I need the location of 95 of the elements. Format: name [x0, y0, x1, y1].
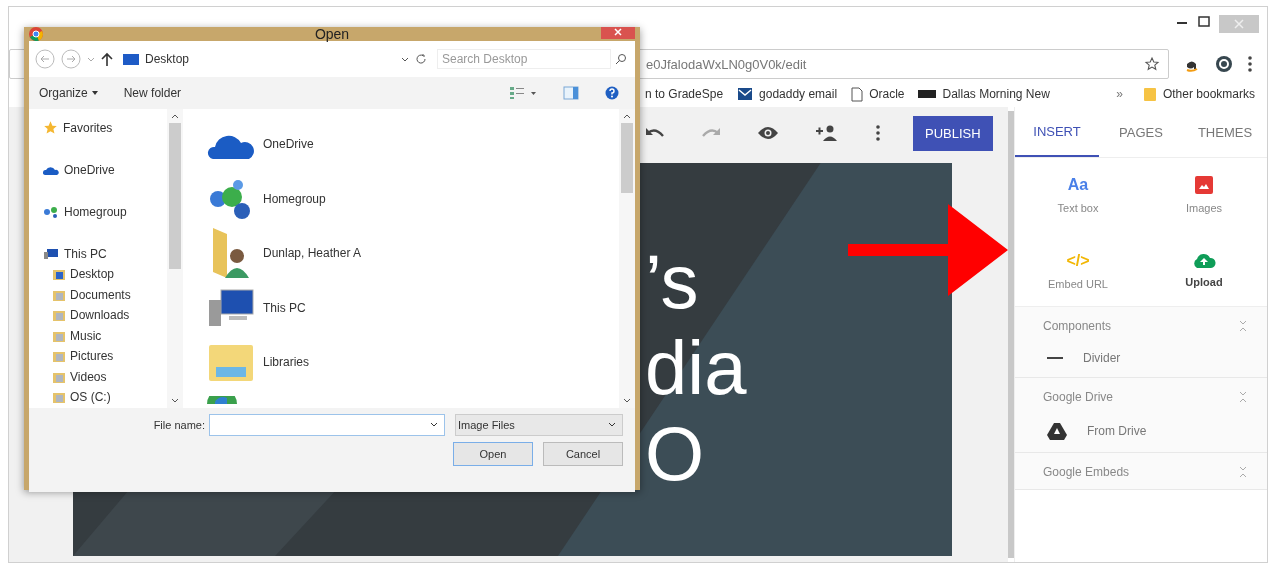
panel-tab[interactable]: INSERT — [1015, 107, 1099, 157]
page-icon — [851, 86, 864, 102]
drive-icon[interactable] — [1047, 422, 1067, 440]
nav-tree-item[interactable]: Videos — [70, 369, 107, 384]
insert-option[interactable]: Upload — [1185, 276, 1223, 288]
desktop-icon — [123, 53, 139, 65]
insert-option[interactable]: Text box — [1057, 202, 1099, 214]
dropdown-icon[interactable] — [401, 55, 409, 63]
dropdown-icon — [608, 421, 616, 428]
folder-icon — [1142, 86, 1157, 102]
component-item[interactable]: From Drive — [1087, 424, 1147, 438]
menu-icon[interactable] — [1247, 55, 1253, 73]
bookmark[interactable]: godaddy email — [737, 86, 838, 102]
more-icon[interactable] — [875, 124, 881, 142]
folder-icon — [53, 329, 65, 342]
location-path[interactable]: Desktop — [145, 52, 395, 66]
folder-icon — [53, 350, 65, 363]
star-icon[interactable] — [1144, 56, 1160, 72]
refresh-icon[interactable] — [415, 53, 427, 65]
nav-tree-item[interactable]: Pictures — [70, 349, 114, 364]
organize-menu[interactable]: Organize — [39, 86, 98, 100]
text-box-icon[interactable]: Aa — [1067, 176, 1089, 194]
scroll-down-icon[interactable] — [623, 397, 631, 404]
computer-icon — [207, 287, 255, 328]
panel-tab[interactable]: THEMES — [1183, 107, 1267, 157]
file-item[interactable]: OneDrive — [263, 137, 314, 152]
caret-icon — [91, 91, 98, 95]
file-item[interactable]: Dunlap, Heather A — [263, 246, 362, 261]
scroll-up-icon[interactable] — [623, 113, 631, 119]
file-type-dropdown[interactable]: Image Files — [455, 413, 623, 436]
scrollbar-thumb[interactable] — [621, 123, 633, 193]
nav-tree-item[interactable]: Desktop — [70, 267, 115, 282]
section-title[interactable]: Google Drive — [1043, 390, 1114, 404]
nav-tree-item[interactable]: This PC — [64, 246, 107, 261]
component-item[interactable]: Divider — [1083, 351, 1121, 365]
file-name-field[interactable] — [209, 413, 445, 436]
nav-tree-item[interactable]: Homegroup — [64, 204, 127, 219]
preview-icon[interactable] — [757, 126, 779, 140]
nav-tree-item[interactable]: Favorites — [63, 120, 113, 135]
bookmark[interactable]: Oracle — [851, 86, 905, 102]
scrollbar-thumb[interactable] — [169, 123, 181, 269]
add-person-icon[interactable] — [815, 125, 839, 141]
network-icon — [43, 205, 59, 218]
file-item[interactable]: Libraries — [263, 355, 310, 370]
dialog-title: Open — [314, 26, 350, 42]
extension-icon[interactable] — [1215, 55, 1233, 73]
cancel-button[interactable]: Cancel — [543, 441, 623, 466]
folder-icon — [53, 391, 65, 404]
slide-title-text: O — [645, 411, 705, 497]
close-icon[interactable] — [601, 27, 635, 39]
help-icon[interactable] — [605, 86, 619, 100]
folder-icon — [53, 288, 65, 301]
nav-tree-item[interactable]: OneDrive — [64, 162, 115, 177]
up-arrow-icon[interactable] — [101, 52, 113, 66]
view-options-icon[interactable] — [509, 86, 537, 100]
nav-tree-item[interactable]: Downloads — [70, 308, 130, 323]
search-icon[interactable] — [615, 53, 627, 65]
file-name-label: File name: — [153, 418, 205, 431]
file-item[interactable]: This PC — [263, 300, 306, 315]
slide-title-text: ’s — [645, 239, 699, 325]
star-icon — [43, 120, 58, 135]
globe-icon — [207, 395, 237, 404]
computer-icon — [43, 247, 59, 260]
file-item[interactable]: Homegroup — [263, 191, 326, 206]
slide-title-text: dia — [645, 325, 747, 411]
scroll-down-icon[interactable] — [171, 397, 179, 404]
preview-pane-icon[interactable] — [563, 86, 579, 100]
folder-icon — [53, 309, 65, 322]
open-button[interactable]: Open — [453, 441, 533, 466]
bookmark[interactable]: Dallas Morning New — [918, 86, 1050, 102]
bookmark[interactable]: n to GradeSpe — [645, 86, 724, 102]
section-title[interactable]: Components — [1043, 319, 1112, 333]
folder-icon — [53, 370, 65, 383]
upload-cloud-icon[interactable] — [1192, 252, 1216, 268]
more-bookmarks-button[interactable]: » — [1116, 87, 1123, 101]
panel-tab[interactable]: PAGES — [1099, 107, 1183, 157]
publish-button[interactable]: PUBLISH — [913, 115, 993, 151]
insert-option[interactable]: Images — [1185, 202, 1223, 214]
insert-option[interactable]: Embed URL — [1048, 278, 1108, 290]
image-icon[interactable] — [1195, 176, 1213, 194]
mail-icon — [737, 87, 754, 101]
dropdown-icon[interactable] — [430, 421, 438, 428]
bookmark-folder[interactable]: Other bookmarks — [1142, 86, 1255, 102]
new-folder-button[interactable]: New folder — [123, 86, 182, 100]
site-logo-icon — [918, 90, 937, 98]
folder-icon — [53, 268, 65, 281]
maximize-icon[interactable] — [1197, 15, 1211, 29]
scroll-up-icon[interactable] — [171, 113, 179, 119]
nav-tree-item[interactable]: Music — [70, 328, 102, 343]
nav-tree-item[interactable]: OS (C:) — [70, 390, 111, 405]
section-title[interactable]: Google Embeds — [1043, 465, 1130, 479]
search-field[interactable]: Search Desktop — [437, 49, 611, 69]
divider-icon[interactable] — [1047, 356, 1063, 360]
nav-tree-item[interactable]: Documents — [70, 287, 131, 302]
cloud-icon — [43, 164, 59, 175]
